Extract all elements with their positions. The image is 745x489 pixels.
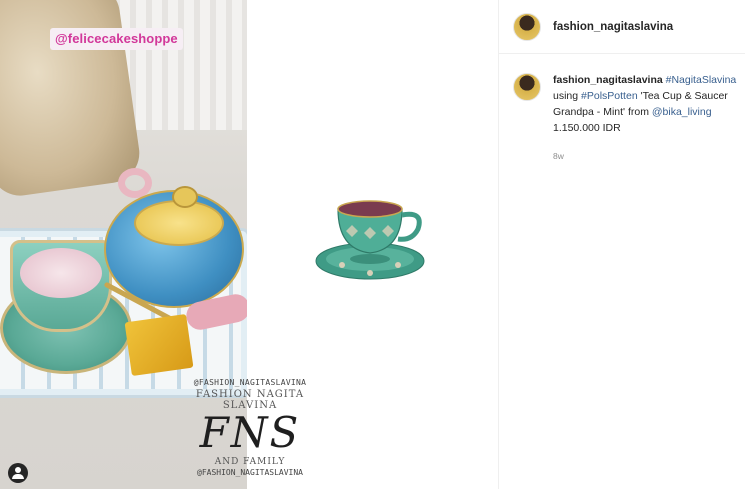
- story-mention-tag[interactable]: @felicecakeshoppe: [50, 28, 183, 50]
- story-photo: @felicecakeshoppe: [0, 0, 247, 489]
- teacup-product-image: [315, 200, 425, 280]
- caption-product-cont: Grandpa - Mint' from: [553, 106, 649, 118]
- header-username[interactable]: fashion_nagitaslavina: [553, 21, 673, 33]
- user-circle-icon[interactable]: [8, 463, 28, 483]
- caption-price: 1.150.000 IDR: [553, 122, 621, 134]
- teapot-knob: [172, 186, 198, 208]
- instagram-post: @felicecakeshoppe @FASHION_NAGITASLAVINA…: [0, 0, 745, 489]
- post-sidebar: fashion_nagitaslavina fashion_nagitaslav…: [498, 0, 745, 489]
- tea-liquid: [20, 248, 102, 298]
- post-caption: fashion_nagitaslavina #NagitaSlavina usi…: [499, 54, 745, 164]
- caption-avatar[interactable]: [513, 73, 541, 101]
- tea-packet: [124, 313, 194, 377]
- post-timestamp[interactable]: 8w: [553, 148, 743, 164]
- hashtag-nagitaslavina[interactable]: #NagitaSlavina: [666, 74, 737, 86]
- caption-word: using: [553, 90, 579, 102]
- hashtag-polspotten[interactable]: #PolsPotten: [581, 90, 638, 102]
- post-header: fashion_nagitaslavina: [499, 0, 745, 54]
- caption-product: 'Tea Cup & Saucer: [640, 90, 728, 102]
- mention-bika-living[interactable]: @bika_living: [652, 106, 712, 118]
- post-media[interactable]: @felicecakeshoppe @FASHION_NAGITASLAVINA…: [0, 0, 498, 489]
- avatar[interactable]: [513, 12, 541, 41]
- background-curtain: [120, 0, 247, 130]
- caption-text: fashion_nagitaslavina #NagitaSlavina usi…: [553, 72, 743, 164]
- caption-username[interactable]: fashion_nagitaslavina: [553, 74, 663, 86]
